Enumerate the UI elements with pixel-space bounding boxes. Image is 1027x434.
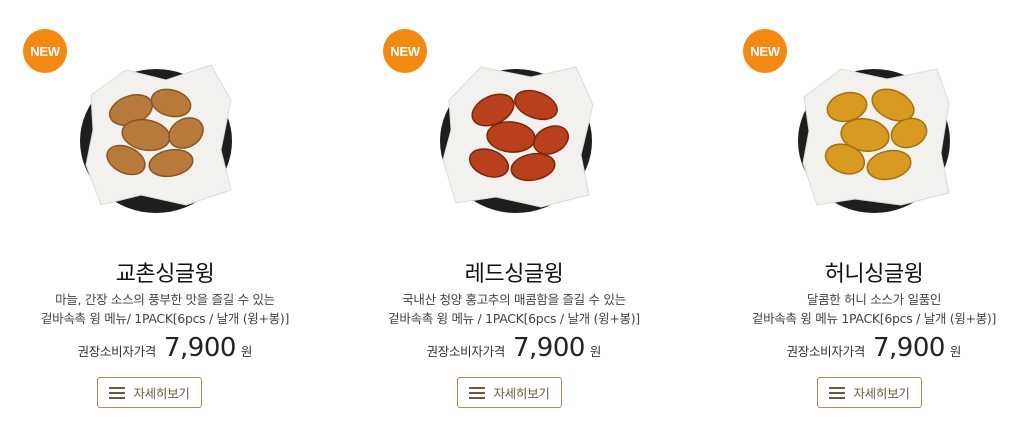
fried-chicken-image bbox=[80, 64, 232, 213]
new-badge: NEW bbox=[23, 29, 67, 73]
price-label: 권장소비자가격 bbox=[77, 344, 157, 359]
product-card: NEW 레드싱글윙 국내산 청양 홍고추의 매콤함을 즐길 수 있는 겉바속촉 … bbox=[334, 0, 694, 434]
details-button-label: 자세히보기 bbox=[853, 386, 910, 401]
description-line: 국내산 청양 홍고추의 매콤함을 즐길 수 있는 bbox=[402, 292, 626, 307]
description-line: 겉바속촉 윙 메뉴 / 1PACK[6pcs / 날개 (윙+봉)] bbox=[388, 311, 640, 326]
product-name: 허니싱글윙 bbox=[824, 262, 924, 287]
price-value: 7,900 bbox=[163, 333, 236, 363]
price-row: 권장소비자가격 7,900 원 bbox=[334, 333, 694, 363]
price-unit: 원 bbox=[949, 344, 962, 359]
details-button-label: 자세히보기 bbox=[493, 386, 550, 401]
product-image[interactable] bbox=[789, 55, 959, 220]
price-row: 권장소비자가격 7,900 원 bbox=[694, 333, 1027, 363]
menu-icon bbox=[109, 386, 126, 399]
description-line: 겉바속촉 윙 메뉴 1PACK[6pcs / 날개 (윙+봉)] bbox=[751, 311, 997, 326]
price-row: 권장소비자가격 7,900 원 bbox=[0, 333, 345, 363]
description-line: 마늘, 간장 소스의 풍부한 맛을 즐길 수 있는 bbox=[55, 292, 275, 307]
fried-chicken-image bbox=[440, 66, 594, 213]
price-value: 7,900 bbox=[872, 333, 945, 363]
fried-chicken-image bbox=[798, 68, 950, 213]
product-image[interactable] bbox=[71, 55, 241, 220]
details-button[interactable]: 자세히보기 bbox=[97, 377, 202, 408]
details-button[interactable]: 자세히보기 bbox=[817, 377, 922, 408]
price-value: 7,900 bbox=[512, 333, 585, 363]
product-description: 국내산 청양 홍고추의 매콤함을 즐길 수 있는 겉바속촉 윙 메뉴 / 1PA… bbox=[334, 290, 694, 328]
new-badge: NEW bbox=[743, 29, 787, 73]
menu-icon bbox=[829, 386, 846, 399]
price-label: 권장소비자가격 bbox=[426, 344, 506, 359]
product-name: 레드싱글윙 bbox=[464, 262, 564, 287]
price-unit: 원 bbox=[240, 344, 253, 359]
price-unit: 원 bbox=[589, 344, 602, 359]
details-button[interactable]: 자세히보기 bbox=[457, 377, 562, 408]
product-description: 마늘, 간장 소스의 풍부한 맛을 즐길 수 있는 겉바속촉 윙 메뉴/ 1PA… bbox=[0, 290, 345, 328]
product-image[interactable] bbox=[431, 55, 601, 220]
new-badge: NEW bbox=[383, 29, 427, 73]
product-description: 달콤한 허니 소스가 일품인 겉바속촉 윙 메뉴 1PACK[6pcs / 날개… bbox=[694, 290, 1027, 328]
description-line: 달콤한 허니 소스가 일품인 bbox=[806, 292, 942, 307]
menu-icon bbox=[469, 386, 486, 399]
product-card: NEW 교촌싱글윙 마늘, 간장 소스의 풍부한 맛을 즐길 수 있는 겉바속촉… bbox=[0, 0, 345, 434]
product-card: NEW 허니싱글윙 달콤한 허니 소스가 일품인 겉바속촉 윙 메뉴 1PACK… bbox=[694, 0, 1027, 434]
price-label: 권장소비자가격 bbox=[786, 344, 866, 359]
details-button-label: 자세히보기 bbox=[133, 386, 190, 401]
description-line: 겉바속촉 윙 메뉴/ 1PACK[6pcs / 날개 (윙+봉)] bbox=[40, 311, 290, 326]
product-name: 교촌싱글윙 bbox=[115, 262, 215, 287]
